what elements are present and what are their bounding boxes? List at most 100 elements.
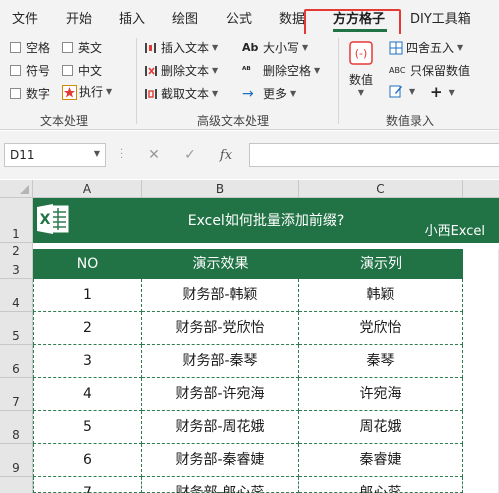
checkbox-box[interactable] [62,65,73,76]
formula-actions: ✕ ✓ fx [136,143,244,167]
row-number: 6 [12,362,20,376]
row-header-7[interactable]: 7 [0,378,33,411]
confirm-icon[interactable]: ✓ [172,147,208,163]
row-number: 8 [12,428,20,442]
table-cell[interactable]: 郎心蕊 [299,477,463,493]
row-header-1[interactable]: 1 [0,198,33,243]
table-header-demo-effect[interactable]: 演示效果 [142,249,299,279]
insert-text-button[interactable]: 插入文本 ▼ [144,39,218,56]
row-header-8[interactable]: 8 [0,411,33,444]
svg-text:(-): (-) [355,47,368,60]
checkbox-box[interactable] [10,42,21,53]
row-number: 3 [12,263,20,277]
insert-text-icon [144,41,158,55]
case-label: 大小写 [263,41,300,55]
table-cell[interactable]: 周花娥 [299,411,463,444]
ribbon-tab-bar: 文件 开始 插入 绘图 公式 数据 方方格子 DIY工具箱 [0,0,499,41]
plus-button[interactable]: + ▼ [430,83,455,101]
table-header-no[interactable]: NO [33,249,142,279]
ribbon-body: 空格 英文 符号 中文 数字 执行 ▼ 文本处理 插入文本 ▼ 删除文本 ▼ 截… [0,34,499,130]
row-header-10[interactable] [0,477,33,493]
tab-diy-toolbox[interactable]: DIY工具箱 [410,8,471,27]
column-header-d[interactable] [463,180,499,198]
table-cell[interactable]: 2 [33,312,142,345]
tab-home[interactable]: 开始 [66,8,92,27]
table-cell[interactable]: 5 [33,411,142,444]
extract-text-button[interactable]: 截取文本 ▼ [144,85,218,102]
row-number: 9 [12,461,20,475]
chevron-down-icon: ▼ [106,87,113,96]
column-header-b[interactable]: B [142,180,299,198]
row-header-5[interactable]: 5 [0,312,33,345]
checkbox-chinese[interactable]: 中文 [62,62,102,79]
numeric-icon: (-) [348,40,374,69]
checkbox-english[interactable]: 英文 [62,39,102,56]
group-label-advanced-text: 高级文本处理 [197,114,270,128]
execute-label: 执行 [79,85,104,99]
table-cell[interactable]: 3 [33,345,142,378]
table-cell[interactable]: 财务部-许宛海 [142,378,299,411]
chevron-down-icon[interactable]: ▼ [94,149,100,158]
table-cell[interactable]: 党欣怡 [299,312,463,345]
keep-value-button[interactable]: ABC 只保留数值 [389,62,470,79]
formula-input[interactable] [249,143,499,167]
insert-function-icon[interactable]: fx [208,148,244,163]
checkbox-box[interactable] [10,88,21,99]
delete-space-icon: ᴬᴮ [242,65,251,76]
checkbox-symbol[interactable]: 符号 [10,62,50,79]
table-cell[interactable]: 财务部-周花娥 [142,411,299,444]
row-header-9[interactable]: 9 [0,444,33,477]
chevron-down-icon: ▼ [302,43,309,52]
delete-text-icon [144,64,158,78]
table-header-demo-column[interactable]: 演示列 [299,249,463,279]
table-cell[interactable]: 1 [33,279,142,312]
table-cell[interactable]: 财务部-韩颖 [142,279,299,312]
chevron-down-icon: ▼ [212,89,219,98]
table-cell[interactable]: 韩颖 [299,279,463,312]
name-box-value: D11 [10,148,35,162]
chevron-down-icon: ▼ [212,43,219,52]
delete-space-button[interactable]: ᴬᴮ 删除空格 ▼ [242,62,320,79]
edit-button[interactable]: ▼ [389,84,415,98]
checkbox-box[interactable] [62,42,73,53]
table-cell[interactable]: 许宛海 [299,378,463,411]
column-header-c[interactable]: C [299,180,463,198]
table-cell[interactable]: 财务部-秦琴 [142,345,299,378]
row-header-6[interactable]: 6 [0,345,33,378]
checkbox-space[interactable]: 空格 [10,39,50,56]
table-cell[interactable]: 秦睿婕 [299,444,463,477]
table-cell[interactable]: 财务部-秦睿婕 [142,444,299,477]
cancel-icon[interactable]: ✕ [136,147,172,163]
delete-text-button[interactable]: 删除文本 ▼ [144,62,218,79]
row-header-4[interactable]: 4 [0,279,33,312]
column-header-a[interactable]: A [33,180,142,198]
group-separator [136,38,137,124]
checkbox-digit[interactable]: 数字 [10,85,50,102]
checkbox-space-label: 空格 [26,41,51,55]
table-cell[interactable]: 4 [33,378,142,411]
tab-formulas[interactable]: 公式 [226,8,252,27]
numeric-button[interactable]: (-) 数值 ▼ [348,40,374,97]
execute-button[interactable]: 执行 ▼ [62,83,112,100]
checkbox-box[interactable] [10,65,21,76]
drag-handle-icon[interactable]: · · · [120,146,123,164]
select-all-corner[interactable] [0,180,33,198]
numeric-label: 数值 [348,73,373,87]
name-box[interactable]: D11 ▼ [4,143,106,167]
table-cell[interactable]: 7 [33,477,142,493]
table-cell[interactable]: 秦琴 [299,345,463,378]
tab-data[interactable]: 数据 [279,8,305,27]
row-header-3[interactable]: 3 [0,262,33,279]
more-button[interactable]: → 更多 ▼ [242,85,296,102]
case-button[interactable]: Ab 大小写 ▼ [242,39,308,56]
table-cell[interactable]: 财务部-党欣怡 [142,312,299,345]
checkbox-symbol-label: 符号 [26,64,51,78]
round-button[interactable]: 四舍五入 ▼ [389,39,463,56]
table-cell[interactable]: 6 [33,444,142,477]
title-banner[interactable]: X Excel如何批量添加前缀? 小西Excel [33,198,499,243]
tab-insert[interactable]: 插入 [119,8,145,27]
tab-draw[interactable]: 绘图 [172,8,198,27]
chevron-down-icon: ▼ [290,89,297,98]
table-cell[interactable]: 财务部-郎心蕊 [142,477,299,493]
tab-file[interactable]: 文件 [12,8,38,27]
